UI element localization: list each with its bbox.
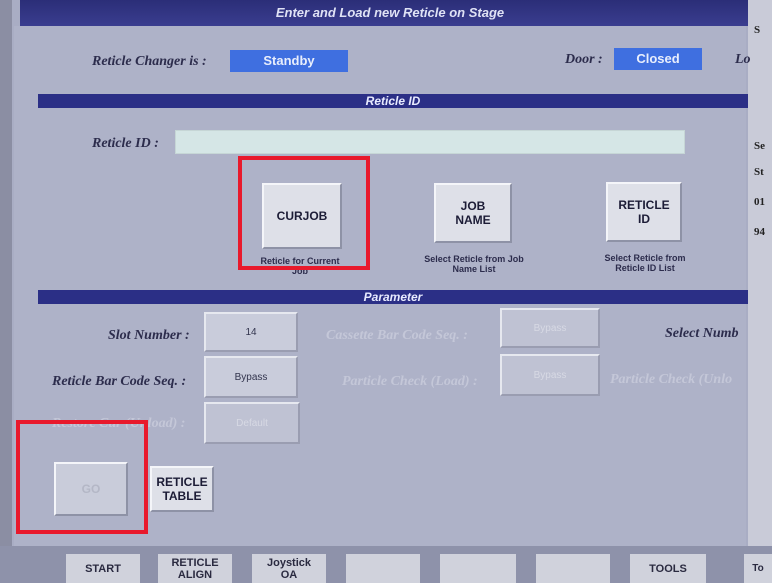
window-title: Enter and Load new Reticle on Stage: [20, 0, 760, 26]
toolbar-blank-button-1[interactable]: [346, 554, 420, 583]
highlight-curjob: [238, 156, 370, 270]
reticle-barcode-value[interactable]: Bypass: [204, 356, 298, 398]
right-panel-text-3: St: [754, 166, 764, 178]
parameter-band: Parameter: [38, 290, 748, 304]
tools-button[interactable]: TOOLS: [630, 554, 706, 583]
toolbar-blank-button-3[interactable]: [536, 554, 610, 583]
cassette-barcode-value[interactable]: Bypass: [500, 308, 600, 348]
cassette-barcode-label: Cassette Bar Code Seq. :: [326, 328, 468, 343]
reticle-align-button[interactable]: RETICLE ALIGN: [158, 554, 232, 583]
right-panel-text-5: 94: [754, 226, 765, 238]
reticle-id-button[interactable]: RETICLE ID: [606, 182, 682, 242]
select-number-label: Select Numb: [665, 326, 739, 341]
job-name-caption: Select Reticle from Job Name List: [424, 254, 524, 274]
right-panel-text-1: S: [754, 24, 761, 36]
highlight-go: [16, 420, 148, 534]
changer-status-value: Standby: [230, 50, 348, 72]
door-status-value: Closed: [614, 48, 702, 70]
joystick-button[interactable]: Joystick OA: [252, 554, 326, 583]
reticle-id-input[interactable]: [175, 130, 685, 154]
particle-unload-label: Particle Check (Unlo: [610, 372, 733, 387]
slot-number-value[interactable]: 14: [204, 312, 298, 352]
reticle-id-band: Reticle ID: [38, 94, 748, 108]
particle-load-value[interactable]: Bypass: [500, 354, 600, 396]
changer-status-label: Reticle Changer is :: [92, 54, 207, 69]
reticle-load-screen: Enter and Load new Reticle on Stage S Se…: [0, 0, 772, 583]
reticle-table-button[interactable]: RETICLE TABLE: [150, 466, 214, 512]
restore-unload-value[interactable]: Default: [204, 402, 300, 444]
toolbar-truncated-button[interactable]: To: [744, 554, 772, 583]
door-label: Door :: [565, 52, 603, 67]
reticle-barcode-label: Reticle Bar Code Seq. :: [52, 374, 187, 389]
right-panel-text-4: 01: [754, 196, 765, 208]
left-edge: [0, 0, 12, 583]
slot-number-label: Slot Number :: [108, 328, 190, 343]
job-name-button[interactable]: JOB NAME: [434, 183, 512, 243]
right-side-panel: [748, 0, 772, 583]
toolbar-blank-button-2[interactable]: [440, 554, 516, 583]
start-button[interactable]: START: [66, 554, 140, 583]
reticle-id-caption: Select Reticle from Reticle ID List: [604, 253, 686, 273]
truncated-label: Lo: [735, 52, 751, 67]
particle-load-label: Particle Check (Load) :: [342, 374, 478, 389]
right-panel-text-2: Se: [754, 140, 765, 152]
reticle-id-label: Reticle ID :: [92, 136, 159, 151]
